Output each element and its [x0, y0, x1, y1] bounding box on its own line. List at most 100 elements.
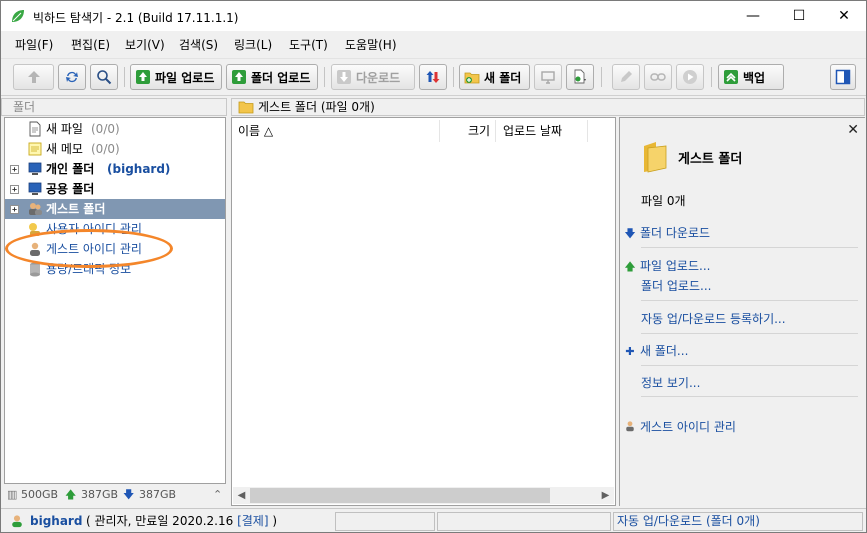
- payment-link[interactable]: [결제]: [237, 514, 268, 528]
- username: bighard: [30, 514, 83, 528]
- guest-user-icon: [626, 421, 634, 432]
- new-folder-link[interactable]: ✚ 새 폴더...: [624, 342, 688, 359]
- magnifier-icon: [97, 70, 112, 85]
- tree-item-label: 공용 폴더: [46, 182, 95, 196]
- storage-status: ▥ 500GB 🡅 387GB 🡇 387GB ⌃: [4, 485, 226, 505]
- upload-folder-button[interactable]: 폴더 업로드: [226, 64, 318, 90]
- scroll-left-icon[interactable]: ◀: [233, 487, 250, 504]
- backup-button[interactable]: 백업: [718, 64, 784, 90]
- column-header-size[interactable]: 크기: [468, 120, 490, 142]
- refresh-button[interactable]: [58, 64, 86, 90]
- toolbar-separator: [324, 67, 325, 87]
- play-button[interactable]: [676, 64, 704, 90]
- column-divider[interactable]: [439, 120, 440, 142]
- upload-folder-label: 폴더 업로드: [251, 70, 311, 85]
- storage-total: 500GB: [21, 488, 59, 501]
- tree-item-label: 새 메모: [46, 142, 83, 156]
- expand-plus-icon[interactable]: +: [10, 205, 19, 214]
- folder-icon: [238, 101, 254, 114]
- properties-button[interactable]: [566, 64, 594, 90]
- up-folder-button[interactable]: [13, 64, 54, 90]
- status-cell-empty: [335, 512, 435, 531]
- rename-icon: [541, 71, 555, 84]
- menu-tools[interactable]: 도구(T): [289, 36, 328, 53]
- folder-tree[interactable]: 새 파일 (0/0) 새 메모 (0/0) + 개인 폴더 (bighard) …: [4, 117, 226, 484]
- file-upload-link[interactable]: 🡅 파일 업로드...: [624, 257, 710, 277]
- user-key-icon: [29, 223, 40, 236]
- upload-arrow-icon: 🡅: [65, 488, 77, 501]
- tree-item-new-memos[interactable]: 새 메모 (0/0): [5, 139, 225, 159]
- download-arrow-icon: 🡇: [624, 227, 636, 240]
- toolbar-separator: [711, 67, 712, 87]
- guest-id-management-link[interactable]: 게스트 아이디 관리: [624, 418, 736, 435]
- info-file-count: 파일 0개: [641, 194, 686, 208]
- scrollbar-thumb[interactable]: [250, 488, 550, 503]
- menu-link[interactable]: 링크(L): [234, 36, 272, 53]
- column-header-name[interactable]: 이름 △: [238, 120, 273, 142]
- tree-item-guest-folder[interactable]: + 게스트 폴더: [5, 199, 225, 219]
- play-icon: [683, 70, 697, 84]
- divider: [641, 247, 858, 248]
- transfer-button[interactable]: [419, 64, 447, 90]
- column-divider[interactable]: [587, 120, 588, 142]
- guest-user-icon: [30, 242, 40, 256]
- expand-plus-icon[interactable]: +: [10, 185, 19, 194]
- upload-file-button[interactable]: 파일 업로드: [130, 64, 222, 90]
- close-icon[interactable]: ✕: [847, 122, 859, 138]
- window-title: 빅하드 탐색기 - 2.1 (Build 17.11.1.1): [33, 11, 239, 25]
- menu-file[interactable]: 파일(F): [15, 36, 53, 53]
- info-folder-title: 게스트 폴더: [678, 152, 743, 167]
- backup-label: 백업: [743, 70, 766, 85]
- new-folder-button[interactable]: 새 폴더: [459, 64, 530, 90]
- column-divider[interactable]: [495, 120, 496, 142]
- link-button[interactable]: [644, 64, 672, 90]
- scroll-right-icon[interactable]: ▶: [597, 487, 614, 504]
- status-bar: bighard ( 관리자, 만료일 2020.2.16 [결제] ) 자동 업…: [1, 508, 866, 532]
- search-button[interactable]: [90, 64, 118, 90]
- new-file-icon: [29, 121, 41, 137]
- tree-item-personal-folder[interactable]: + 개인 폴더 (bighard): [5, 159, 225, 179]
- tree-item-capacity-traffic[interactable]: 용량/트래픽 정보: [5, 259, 225, 279]
- toolbar-separator: [601, 67, 602, 87]
- maximize-button[interactable]: ☐: [776, 1, 822, 31]
- panel-layout-icon: [835, 69, 851, 85]
- minimize-button[interactable]: —: [730, 1, 776, 31]
- folder-download-link[interactable]: 🡇 폴더 다운로드: [624, 224, 710, 244]
- rename-button[interactable]: [534, 64, 562, 90]
- edit-button[interactable]: [612, 64, 640, 90]
- auto-transfer-status[interactable]: 자동 업/다운로드 (폴더 0개): [613, 512, 863, 531]
- menu-help[interactable]: 도움말(H): [345, 36, 397, 53]
- tree-item-label: 게스트 폴더: [46, 202, 106, 216]
- tree-item-label: 용량/트래픽 정보: [46, 262, 132, 276]
- folder-upload-link[interactable]: 폴더 업로드...: [641, 277, 711, 294]
- close-button[interactable]: ✕: [821, 1, 866, 31]
- tree-item-shared-folder[interactable]: + 공용 폴더: [5, 179, 225, 199]
- new-folder-label: 새 폴더: [484, 70, 522, 85]
- tree-item-count: (0/0): [91, 142, 120, 156]
- path-bar: 게스트 폴더 (파일 0개): [231, 98, 865, 116]
- info-view-link[interactable]: 정보 보기...: [641, 374, 700, 391]
- computer-icon: [28, 182, 42, 195]
- toggle-panel-button[interactable]: [830, 64, 856, 90]
- upload-icon: [136, 70, 150, 84]
- upload-icon: [232, 70, 246, 84]
- menu-search[interactable]: 검색(S): [179, 36, 218, 53]
- file-list[interactable]: 이름 △ 크기 업로드 날짜 ◀ ▶: [231, 117, 616, 506]
- auto-transfer-register-link[interactable]: 자동 업/다운로드 등록하기...: [641, 310, 786, 327]
- expand-plus-icon[interactable]: +: [10, 165, 19, 174]
- divider: [641, 396, 858, 397]
- download-button[interactable]: 다운로드: [331, 64, 415, 90]
- chevron-up-icon[interactable]: ⌃: [213, 485, 222, 505]
- pencil-icon: [621, 71, 632, 82]
- column-header-date[interactable]: 업로드 날짜: [503, 120, 562, 142]
- download-label: 다운로드: [356, 70, 401, 85]
- menu-edit[interactable]: 편집(E): [71, 36, 110, 53]
- horizontal-scrollbar[interactable]: ◀ ▶: [233, 487, 614, 504]
- menu-view[interactable]: 보기(V): [125, 36, 165, 53]
- tree-item-user-id-management[interactable]: 사용자 아이디 관리: [5, 219, 225, 239]
- tree-item-new-files[interactable]: 새 파일 (0/0): [5, 119, 225, 139]
- leaf-app-icon: [12, 10, 24, 22]
- account-detail: ( 관리자, 만료일 2020.2.16 [결제] ): [86, 514, 278, 528]
- tree-item-guest-id-management[interactable]: 게스트 아이디 관리: [5, 239, 225, 259]
- divider: [641, 300, 858, 301]
